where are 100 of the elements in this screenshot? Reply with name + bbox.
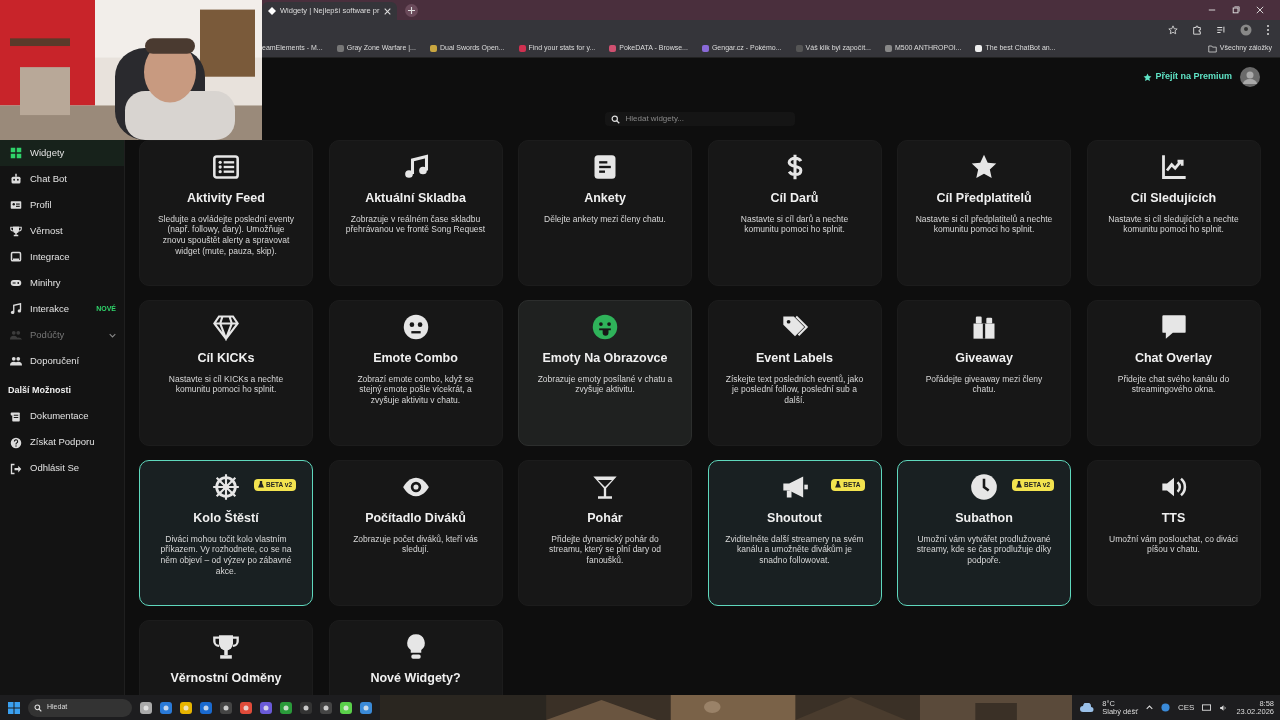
language-indicator[interactable]: CES: [1178, 701, 1195, 714]
widget-card[interactable]: Cíl KICKs Nastavte si cíl KICKs a nechte komunitu pomoci ho splnit.: [139, 300, 313, 446]
widget-title: Věrnostní Odměny: [170, 670, 282, 687]
flask-icon: [835, 481, 842, 489]
widget-card[interactable]: Cíl Předplatitelů Nastavte si cíl předplatitelů a nechte komunitu pomoci ho splnit.: [897, 140, 1071, 286]
windows-logo-icon: [8, 701, 20, 714]
widget-description: Zobrazuje emoty posílané v chatu a zvyšuje aktivitu.: [536, 373, 674, 395]
widget-title: Giveaway: [955, 350, 1013, 367]
widget-card[interactable]: Chat Overlay Přidejte chat svého kanálu do streamingového okna.: [1086, 300, 1261, 446]
sidebar-item[interactable]: Doporučení: [0, 348, 124, 374]
extensions-icon: [1192, 25, 1202, 35]
folder-icon: [1207, 44, 1217, 53]
widget-title: Cíl KICKs: [197, 350, 255, 367]
flask-icon: [1016, 481, 1022, 489]
app-icon: [320, 701, 332, 714]
star-icon: [1143, 72, 1153, 82]
app-icon: [1161, 703, 1170, 712]
grid-icon: [10, 147, 22, 159]
favicon-icon: [518, 45, 526, 52]
widget-card[interactable]: Emoty Na Obrazovce Zobrazuje emoty posílané v chatu a zvyšuje aktivitu.: [518, 300, 692, 446]
premium-link[interactable]: Přejít na Premium: [1143, 70, 1232, 84]
widget-title: Cíl Sledujících: [1130, 190, 1217, 207]
section-heading: Další Možnosti: [7, 384, 72, 397]
widget-title: Chat Overlay: [1134, 350, 1213, 367]
widget-card[interactable]: Giveaway Pořádejte giveaway mezi členy chatu.: [897, 300, 1071, 446]
sign-out-icon: [10, 462, 22, 475]
search-field[interactable]: Hledat widgety...: [604, 112, 795, 126]
widget-card[interactable]: TTS Umožní vám poslouchat, co diváci píšou v chatu.: [1086, 460, 1261, 606]
widget-title: Ankety: [584, 190, 626, 207]
widget-description: Zviditelněte další streamery na svém kanálu a umožněte divákům je snadno followovat.: [724, 533, 865, 566]
widget-description: Získejte text posledních eventů, jako je poslední follow, poslední sub a další.: [724, 373, 865, 406]
star-icon: [970, 153, 998, 181]
favicon-icon: [336, 45, 344, 52]
widget-card[interactable]: Cíl Sledujících Nastavte si cíl sledujících a nechte komunitu pomoci ho splnit.: [1086, 140, 1261, 286]
sidebar-item[interactable]: Integrace: [0, 244, 124, 270]
sidebar-item[interactable]: Věrnost: [0, 218, 124, 244]
minimize-icon: [1208, 6, 1216, 14]
widget-card[interactable]: Cíl Darů Nastavte si cíl darů a nechte komunitu pomoci ho splnit.: [707, 140, 882, 286]
widget-description: Nastavte si cíl darů a nechte komunitu pomoci ho splnit.: [739, 213, 850, 235]
app-icon: [180, 701, 192, 714]
widget-title: Kolo Štěstí: [193, 509, 259, 527]
app-icon: [260, 701, 272, 714]
list-icon: [212, 153, 240, 181]
close-icon: [383, 7, 391, 15]
sidebar-item[interactable]: Odhlásit Se: [0, 455, 124, 482]
profile-icon: [1240, 24, 1252, 36]
widget-description: Nastavte si cíl předplatitelů a nechte komunitu pomoci ho splnit.: [914, 213, 1054, 235]
sidebar-item[interactable]: Chat Bot: [0, 166, 124, 192]
widget-card[interactable]: Ankety Dělejte ankety mezi členy chatu.: [518, 140, 692, 286]
widget-description: Umožní vám poslouchat, co diváci píšou v chatu.: [1108, 533, 1239, 555]
flask-icon: [258, 481, 264, 489]
widget-card[interactable]: Aktuální Skladba Zobrazuje v reálném čase skladbu přehrávanou ve frontě Song Request: [328, 140, 503, 286]
app-icon: [160, 701, 172, 714]
users-icon: [10, 355, 22, 367]
widget-title: TTS: [1161, 510, 1186, 527]
sidebar-item[interactable]: Získat Podporu: [0, 429, 124, 456]
sidebar-item[interactable]: Profil: [0, 192, 124, 218]
widget-card[interactable]: Pohár Přidejte dynamický pohár do streamu, který se plní dary od fanoušků.: [518, 460, 692, 606]
diamond-icon: [212, 313, 240, 341]
app-icon: [340, 701, 352, 714]
widget-card[interactable]: Nové Widgety?: [328, 620, 503, 695]
app-icon: [200, 701, 212, 714]
app-icon: [360, 701, 372, 714]
widget-title: Event Labels: [755, 350, 834, 367]
widget-title: Emoty Na Obrazovce: [542, 350, 668, 367]
widget-card[interactable]: Emote Combo Zobrazí emote combo, když se stejný emote pošle vícekrát, a zvyšuje aktivitu v chatu.: [328, 300, 503, 446]
widget-card[interactable]: Věrnostní Odměny: [139, 620, 313, 695]
sidebar-item[interactable]: Widgety: [0, 140, 124, 166]
widget-title: Nové Widgety?: [370, 670, 461, 687]
sidebar-item[interactable]: Dokumentace: [0, 403, 124, 430]
new-tab-button[interactable]: [404, 3, 418, 17]
chevron-up-icon: [1146, 705, 1153, 710]
app-icon: [300, 701, 312, 714]
restore-icon: [1232, 6, 1240, 14]
monitor-icon: [10, 251, 22, 263]
widget-title: Cíl Předplatitelů: [936, 190, 1032, 207]
robot-icon: [10, 173, 22, 185]
widget-description: Diváci mohou točit kolo vlastním příkazem. Vy rozhodnete, co se na něm objeví – od výzev po zábavné akce.: [159, 533, 293, 577]
sidebar-item[interactable]: Minihry: [0, 270, 124, 296]
favicon-icon: [429, 45, 437, 52]
favicon-icon: [975, 45, 983, 52]
clock-icon: [970, 473, 998, 501]
search-input[interactable]: Hledat widgety...: [623, 112, 784, 126]
widget-title: Emote Combo: [373, 350, 458, 367]
widget-card[interactable]: Počítadlo Diváků Zobrazuje počet diváků, kteří vás sledují.: [328, 460, 503, 606]
widget-card[interactable]: Aktivity Feed Sledujte a ovládejte poslední eventy (např. followy, dary). Umožňuje znovu spouštět alerty a spravovat widget (mute, pauza, skip).: [139, 140, 313, 286]
widget-description: Zobrazuje v reálném čase skladbu přehrávanou ve frontě Song Request: [344, 213, 487, 235]
widget-title: Pohár: [587, 510, 623, 527]
media-icon: [1216, 25, 1226, 35]
widget-title: Subathon: [955, 510, 1013, 527]
widget-description: Sledujte a ovládejte poslední eventy (např. followy, dary). Umožňuje znovu spouštět alerty a spravovat widget (mute, pauza, skip).: [156, 213, 296, 257]
widget-description: Nastavte si cíl sledujících a nechte komunitu pomoci ho splnit.: [1107, 213, 1240, 235]
search-icon: [34, 703, 42, 712]
music-note-icon: [10, 303, 22, 315]
widget-card[interactable]: Event Labels Získejte text posledních eventů, jako je poslední follow, poslední sub a další.: [707, 300, 882, 446]
menu-icon: [1266, 24, 1270, 36]
gamepad-icon: [10, 277, 22, 289]
plus-icon: [407, 6, 415, 14]
id-card-icon: [10, 199, 22, 211]
page-icon: [268, 7, 276, 15]
